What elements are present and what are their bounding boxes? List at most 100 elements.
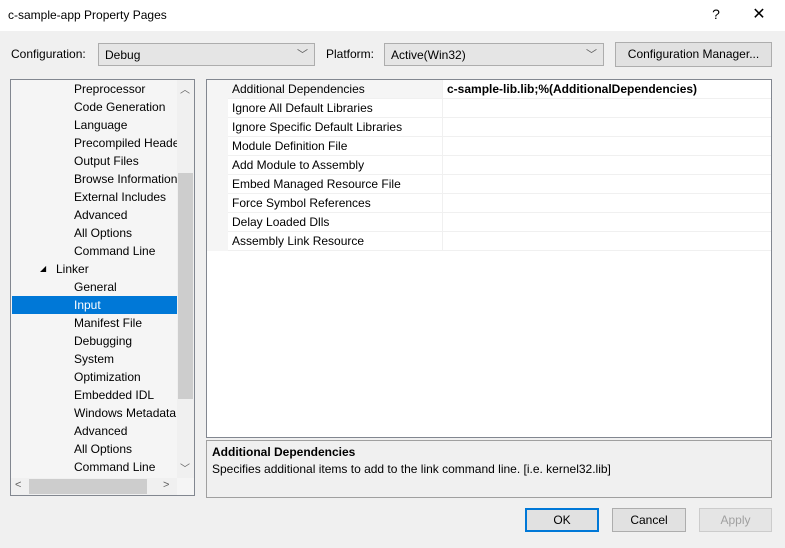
tree-item[interactable]: Code Generation	[74, 98, 165, 116]
chevron-down-icon: ﹀	[586, 49, 597, 61]
title-bar: c-sample-app Property Pages ? ✕	[0, 0, 785, 31]
tree-item-label: Linker	[56, 262, 89, 276]
tree-item-label: Output Files	[74, 154, 139, 168]
tree-item-label: Debugging	[74, 334, 133, 348]
row-gutter	[207, 118, 228, 137]
tree-item[interactable]: Advanced	[74, 206, 127, 224]
cancel-button[interactable]: Cancel	[612, 508, 686, 532]
property-name: Force Symbol References	[228, 194, 443, 212]
configuration-manager-button[interactable]: Configuration Manager...	[615, 42, 772, 67]
property-value[interactable]	[443, 99, 447, 117]
platform-dropdown[interactable]: Active(Win32) ﹀	[384, 43, 604, 66]
tree-item[interactable]: ◢ Linker	[40, 260, 89, 278]
platform-label: Platform:	[326, 47, 375, 61]
tree-item-label: Command Line	[74, 460, 156, 474]
property-row[interactable]: Ignore All Default Libraries	[207, 99, 771, 118]
tree-item[interactable]: General	[74, 278, 117, 296]
row-gutter	[207, 232, 228, 251]
property-value[interactable]	[443, 194, 447, 212]
property-name: Ignore Specific Default Libraries	[228, 118, 443, 136]
tree-item[interactable]: Debugging	[74, 332, 132, 350]
tree-item[interactable]: Optimization	[74, 368, 141, 386]
property-row[interactable]: Ignore Specific Default Libraries	[207, 118, 771, 137]
description-title: Additional Dependencies	[212, 445, 356, 459]
help-icon[interactable]: ?	[706, 6, 726, 22]
property-row[interactable]: Module Definition File	[207, 137, 771, 156]
tree-item[interactable]: External Includes	[74, 188, 166, 206]
property-grid[interactable]: Additional Dependencies c-sample-lib.lib;…	[206, 79, 772, 438]
apply-button[interactable]: Apply	[699, 508, 772, 532]
tree-item[interactable]: Manifest File	[74, 314, 142, 332]
tree-item-label: Manifest File	[74, 316, 143, 330]
tree-item-label: Advanced	[74, 208, 128, 222]
property-row[interactable]: Force Symbol References	[207, 194, 771, 213]
tree-item[interactable]: Precompiled Heade	[74, 134, 179, 152]
row-gutter	[207, 156, 228, 175]
property-value[interactable]	[443, 175, 447, 193]
tree-item[interactable]: Command Line	[74, 242, 155, 260]
tree-horizontal-scrollbar[interactable]: < >	[11, 478, 177, 495]
close-icon[interactable]: ✕	[744, 4, 774, 24]
scroll-up-icon[interactable]: ︿	[180, 81, 190, 96]
ok-button[interactable]: OK	[525, 508, 599, 532]
property-value[interactable]	[443, 213, 447, 231]
row-gutter	[207, 99, 228, 118]
tree-item[interactable]: System	[74, 350, 114, 368]
scroll-left-icon[interactable]: <	[15, 479, 21, 491]
property-row[interactable]: Embed Managed Resource File	[207, 175, 771, 194]
tree-item-label: System	[74, 352, 115, 366]
tree-item-label: General	[74, 280, 117, 294]
row-gutter	[207, 137, 228, 156]
tree-item[interactable]: Command Line	[74, 458, 155, 476]
tree-vertical-scrollbar[interactable]: ︿ ﹀	[177, 80, 194, 478]
property-tree[interactable]: Preprocessor Code Generation Language Preco…	[10, 79, 195, 496]
tree-item[interactable]: Windows Metadata	[74, 404, 176, 422]
tree-item-label: All Options	[74, 226, 133, 240]
tree-item-label: Precompiled Heade	[74, 136, 180, 150]
tree-item[interactable]: Input	[12, 296, 177, 314]
platform-value: Active(Win32)	[391, 48, 466, 62]
property-value[interactable]	[443, 156, 447, 174]
property-value[interactable]	[443, 232, 447, 250]
tree-item-label: Code Generation	[74, 100, 166, 114]
tree-item-label: Optimization	[74, 370, 141, 384]
tree-item-label: Advanced	[74, 424, 128, 438]
tree-item[interactable]: All Options	[74, 440, 132, 458]
tree-item[interactable]: Embedded IDL	[74, 386, 154, 404]
property-row[interactable]: Assembly Link Resource	[207, 232, 771, 251]
property-name: Embed Managed Resource File	[228, 175, 443, 193]
scrollbar-thumb[interactable]	[29, 479, 147, 494]
tree-item-label: All Options	[74, 442, 133, 456]
configuration-dropdown[interactable]: Debug ﹀	[98, 43, 315, 66]
tree-item[interactable]: Output Files	[74, 152, 139, 170]
tree-item[interactable]: Advanced	[74, 422, 127, 440]
expanded-triangle-icon[interactable]: ◢	[40, 260, 46, 278]
description-text: Specifies additional items to add to the…	[212, 462, 611, 476]
tree-item[interactable]: Preprocessor	[74, 80, 145, 98]
row-gutter	[207, 194, 228, 213]
tree-item-label: Browse Information	[74, 172, 178, 186]
configuration-label: Configuration:	[11, 47, 86, 61]
tree-item-label: Command Line	[74, 244, 156, 258]
description-panel: Additional Dependencies Specifies additi…	[206, 440, 772, 498]
property-value[interactable]	[443, 118, 447, 136]
property-name: Add Module to Assembly	[228, 156, 443, 174]
scrollbar-thumb[interactable]	[178, 173, 193, 399]
property-name: Additional Dependencies	[228, 80, 443, 98]
property-row[interactable]: Delay Loaded Dlls	[207, 213, 771, 232]
tree-item-label: Input	[74, 298, 101, 312]
property-row[interactable]: Add Module to Assembly	[207, 156, 771, 175]
row-gutter	[207, 175, 228, 194]
row-gutter	[207, 213, 228, 232]
configuration-value: Debug	[105, 48, 141, 62]
property-value[interactable]: c-sample-lib.lib;%(AdditionalDependencie…	[443, 80, 697, 98]
scroll-down-icon[interactable]: ﹀	[180, 460, 190, 475]
tree-item[interactable]: Language	[74, 116, 127, 134]
tree-item-label: Embedded IDL	[74, 388, 155, 402]
property-name: Module Definition File	[228, 137, 443, 155]
tree-item[interactable]: All Options	[74, 224, 132, 242]
scroll-right-icon[interactable]: >	[163, 479, 169, 491]
property-value[interactable]	[443, 137, 447, 155]
property-row[interactable]: Additional Dependencies c-sample-lib.lib;…	[207, 80, 771, 99]
tree-item[interactable]: Browse Information	[74, 170, 177, 188]
